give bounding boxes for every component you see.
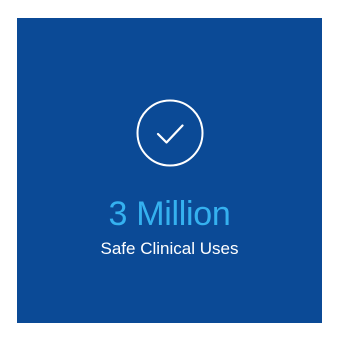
page-frame: 3 Million Safe Clinical Uses <box>0 0 339 341</box>
check-circle-icon <box>136 99 204 167</box>
stat-headline: 3 Million <box>108 195 231 233</box>
stat-subline: Safe Clinical Uses <box>100 239 239 258</box>
stat-tile: 3 Million Safe Clinical Uses <box>17 18 322 323</box>
